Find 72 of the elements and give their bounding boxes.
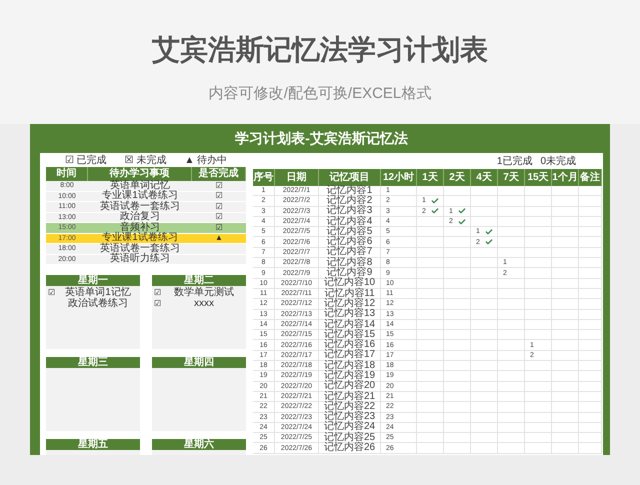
summary-text: 1已完成 bbox=[496, 157, 532, 167]
status-cell-text: ☑ bbox=[214, 223, 224, 232]
table-cell: 记忆内容26 bbox=[319, 443, 381, 453]
table-cell: 记忆内容6 bbox=[319, 237, 381, 247]
table-cell: 记忆内容7 bbox=[319, 248, 381, 258]
column-header: 序号 bbox=[253, 169, 275, 186]
page-title: 艾宾浩斯记忆法学习计划表 bbox=[152, 36, 488, 64]
column-header: 15天 bbox=[525, 169, 552, 186]
page-subtitle: 内容可修改/配色可换/EXCEL格式 bbox=[208, 86, 432, 101]
column-header: 1个月 bbox=[552, 169, 579, 186]
table-cell: 记忆内容3 bbox=[319, 206, 381, 216]
table-cell: 记忆内容2 bbox=[319, 196, 381, 206]
column-header: 2天 bbox=[444, 169, 471, 186]
day-task: 英语单词1记忆 bbox=[64, 288, 132, 298]
status-cell-text: ☑ bbox=[214, 181, 224, 190]
legend-item: ☑ 已完成 bbox=[64, 156, 107, 166]
status-cell-text: ▲ bbox=[214, 234, 224, 243]
table-cell: 记忆内容19 bbox=[319, 371, 381, 381]
status-cell-text: ☑ bbox=[214, 202, 224, 212]
day-header: 星期六 bbox=[152, 439, 246, 450]
legend-item: ☒ 未完成 bbox=[124, 156, 166, 166]
task-cell-text: 政治复习 bbox=[119, 212, 161, 222]
task-cell-text: 英语试卷一套练习 bbox=[99, 202, 181, 212]
column-header: 12小时 bbox=[381, 169, 417, 186]
table-cell: 记忆内容25 bbox=[319, 433, 381, 442]
column-header: 日期 bbox=[275, 169, 319, 186]
table-cell: 记忆内容12 bbox=[319, 299, 381, 309]
column-header: 4天 bbox=[471, 169, 498, 186]
table-cell: 记忆内容13 bbox=[319, 310, 381, 319]
day-header: 星期三 bbox=[46, 357, 140, 368]
table-cell: 记忆内容15 bbox=[319, 330, 381, 340]
task-cell-text: 专业课1试卷练习 bbox=[102, 234, 179, 243]
table-cell: 记忆内容11 bbox=[319, 288, 381, 298]
column-header: 记忆项目 bbox=[319, 169, 381, 186]
column-header: 备注 bbox=[579, 169, 602, 186]
summary-text: 0未完成 bbox=[540, 157, 576, 167]
sheet-title: 学习计划表-艾宾浩斯记忆法 bbox=[234, 129, 409, 148]
day-header: 星期四 bbox=[152, 357, 246, 368]
day-header: 星期五 bbox=[46, 439, 140, 450]
table-cell: 记忆内容10 bbox=[319, 278, 381, 288]
column-header: 7天 bbox=[498, 169, 525, 186]
legend-item: ▲ 待办中 bbox=[184, 156, 228, 166]
table-cell: 记忆内容17 bbox=[319, 350, 381, 360]
task-cell-text: 英语听力练习 bbox=[109, 254, 171, 264]
status-cell-text: ☑ bbox=[214, 212, 224, 222]
table-cell: 记忆内容23 bbox=[319, 412, 381, 422]
status-cell-text: ☑ bbox=[214, 192, 224, 201]
day-task: xxxx bbox=[193, 298, 215, 308]
check-mark: ☑ bbox=[154, 300, 162, 308]
table-cell: 记忆内容1 bbox=[319, 186, 381, 196]
task-cell-text: 英语试卷一套练习 bbox=[99, 244, 181, 254]
day-task: 政治试卷练习 bbox=[68, 298, 128, 308]
table-cell: 记忆内容20 bbox=[319, 382, 381, 391]
table-cell: 记忆内容9 bbox=[319, 268, 381, 278]
table-cell: 记忆内容16 bbox=[319, 340, 381, 350]
column-header: 1天 bbox=[417, 169, 444, 186]
task-cell-text: 英语单词记忆 bbox=[110, 181, 170, 190]
day-header: 星期一 bbox=[46, 275, 140, 286]
task-cell-text: 音频补习 bbox=[120, 223, 160, 232]
task-cell-text: 专业课1试卷练习 bbox=[102, 192, 179, 201]
table-cell: 记忆内容4 bbox=[319, 216, 381, 226]
day-task: 数学单元测试 bbox=[173, 288, 235, 298]
table-cell: 记忆内容21 bbox=[319, 392, 381, 402]
table-cell: 记忆内容5 bbox=[319, 227, 381, 236]
day-header: 星期二 bbox=[152, 275, 246, 286]
table-cell: 记忆内容14 bbox=[319, 320, 381, 330]
table-cell: 记忆内容18 bbox=[319, 361, 381, 370]
table-cell: 记忆内容24 bbox=[319, 422, 381, 432]
check-mark: ☑ bbox=[48, 288, 56, 296]
table-cell: 记忆内容22 bbox=[319, 402, 381, 412]
check-mark: ☑ bbox=[154, 288, 162, 296]
table-cell: 记忆内容8 bbox=[319, 258, 381, 268]
